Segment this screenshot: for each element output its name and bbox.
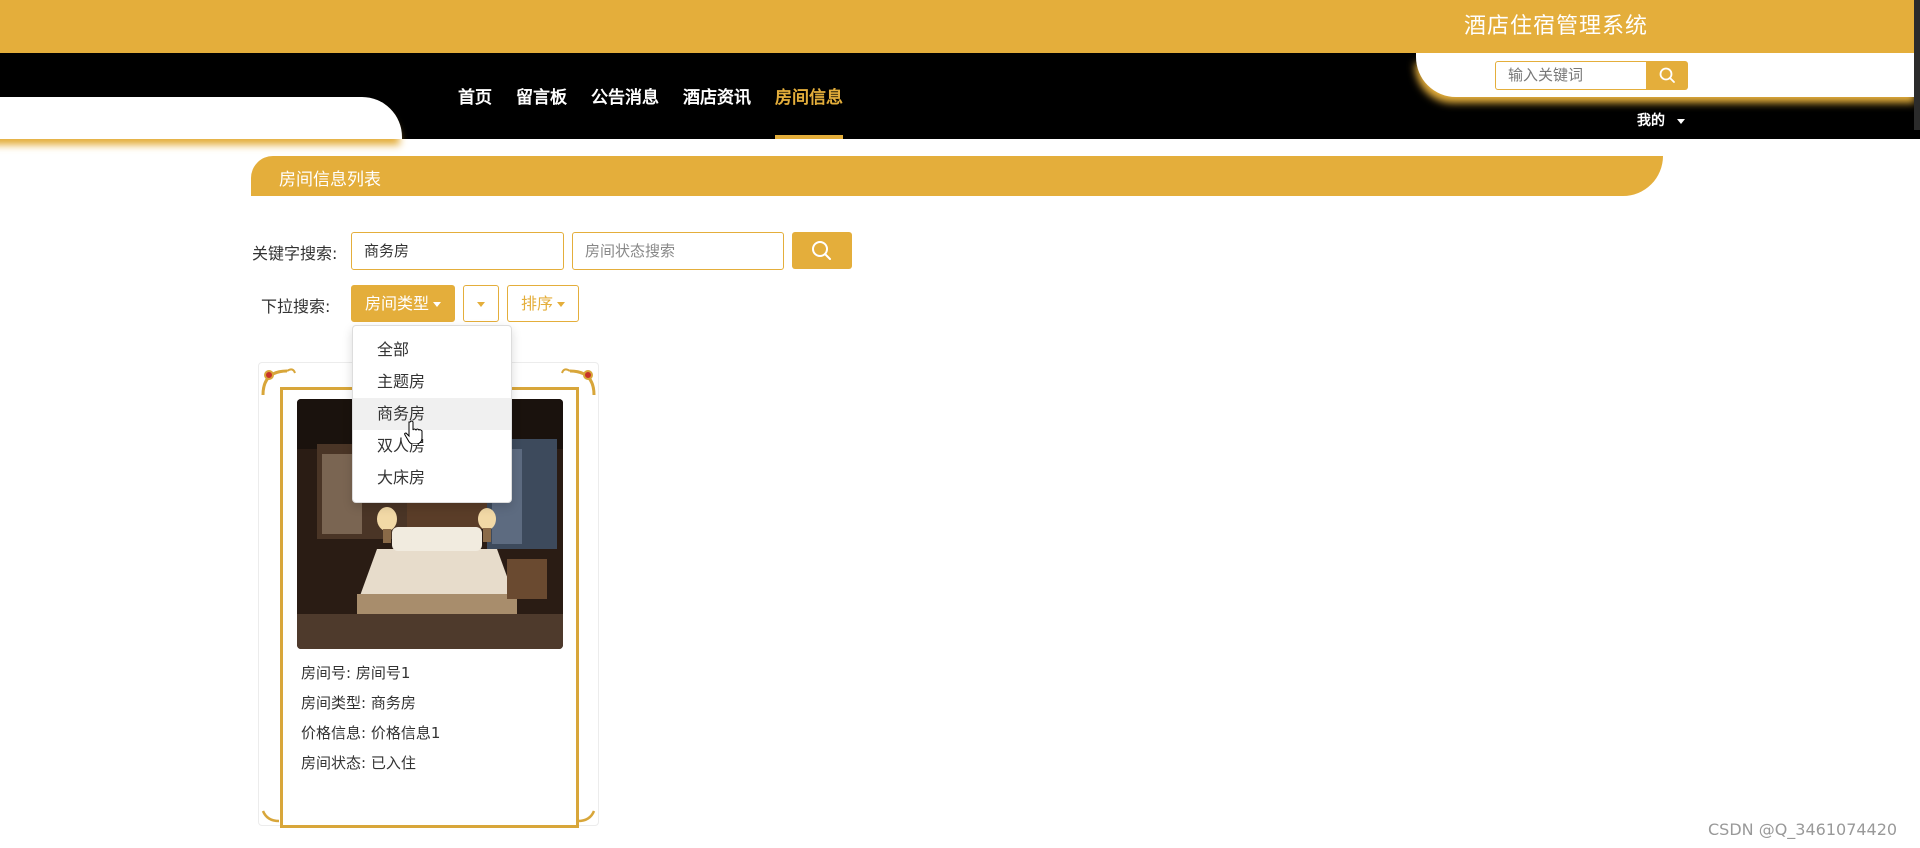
nav-announcements[interactable]: 公告消息 bbox=[591, 53, 659, 139]
nav-home[interactable]: 首页 bbox=[458, 53, 492, 139]
corner-ornament-icon bbox=[577, 810, 596, 823]
room-status-label: 房间状态: bbox=[301, 754, 367, 772]
room-price-label: 价格信息: bbox=[301, 724, 367, 742]
dropdown-option-twin-room[interactable]: 双人房 bbox=[353, 430, 511, 462]
search-icon bbox=[812, 241, 831, 260]
scrollbar[interactable] bbox=[1914, 0, 1920, 130]
main-nav: 首页 留言板 公告消息 酒店资讯 房间信息 bbox=[458, 53, 867, 139]
dropdown-option-business-room[interactable]: 商务房 bbox=[353, 398, 511, 430]
nav-hotel-news[interactable]: 酒店资讯 bbox=[683, 53, 751, 139]
sort-dropdown-label: 排序 bbox=[520, 294, 553, 313]
second-dropdown-button[interactable] bbox=[463, 285, 499, 322]
room-type-value: 商务房 bbox=[370, 694, 416, 712]
keyword-search-input[interactable]: 商务房 bbox=[351, 232, 564, 270]
nav-room-info[interactable]: 房间信息 bbox=[775, 53, 843, 139]
search-icon bbox=[1659, 67, 1675, 83]
chevron-down-icon bbox=[1677, 118, 1685, 124]
room-type-dropdown-button[interactable]: 房间类型 bbox=[351, 285, 455, 322]
site-title: 酒店住宿管理系统 bbox=[1464, 14, 1649, 39]
room-number-label: 房间号: bbox=[301, 664, 352, 682]
room-price-value: 价格信息1 bbox=[370, 724, 441, 742]
nav-message-board[interactable]: 留言板 bbox=[516, 53, 567, 139]
page-title-bar: 房间信息列表 bbox=[251, 156, 1663, 196]
sort-dropdown-button[interactable]: 排序 bbox=[507, 285, 579, 322]
room-type-label: 房间类型: bbox=[301, 694, 367, 712]
corner-ornament-icon bbox=[261, 810, 280, 823]
room-number-value: 房间号1 bbox=[355, 664, 411, 682]
chevron-down-icon bbox=[433, 302, 441, 307]
user-menu-label: 我的 bbox=[1637, 113, 1665, 129]
status-search-input[interactable]: 房间状态搜索 bbox=[572, 232, 784, 270]
room-type-row: 房间类型: 商务房 bbox=[301, 692, 416, 713]
room-status-row: 房间状态: 已入住 bbox=[301, 752, 416, 773]
dropdown-option-all[interactable]: 全部 bbox=[353, 334, 511, 366]
room-number-row: 房间号: 房间号1 bbox=[301, 662, 410, 683]
hand-cursor-icon bbox=[404, 420, 423, 444]
room-price-row: 价格信息: 价格信息1 bbox=[301, 722, 440, 743]
top-search-input[interactable]: 输入关键词 bbox=[1495, 61, 1647, 90]
room-type-dropdown-menu: 全部 主题房 商务房 双人房 大床房 bbox=[352, 325, 512, 503]
logo-area bbox=[0, 97, 402, 139]
top-search-button[interactable] bbox=[1647, 61, 1688, 90]
keyword-search-label: 关键字搜索: bbox=[252, 244, 338, 263]
room-type-dropdown-label: 房间类型 bbox=[364, 294, 429, 313]
top-header-bar: 酒店住宿管理系统 bbox=[0, 0, 1920, 53]
dropdown-option-theme-room[interactable]: 主题房 bbox=[353, 366, 511, 398]
dropdown-option-king-room[interactable]: 大床房 bbox=[353, 462, 511, 494]
search-button[interactable] bbox=[792, 232, 852, 269]
chevron-down-icon bbox=[557, 302, 565, 307]
user-menu[interactable]: 我的 bbox=[1637, 110, 1685, 130]
room-status-value: 已入住 bbox=[370, 754, 416, 772]
watermark: CSDN @Q_3461074420 bbox=[1708, 820, 1898, 839]
page-title: 房间信息列表 bbox=[279, 170, 381, 190]
chevron-down-icon bbox=[477, 302, 485, 307]
dropdown-search-label: 下拉搜索: bbox=[261, 297, 331, 316]
